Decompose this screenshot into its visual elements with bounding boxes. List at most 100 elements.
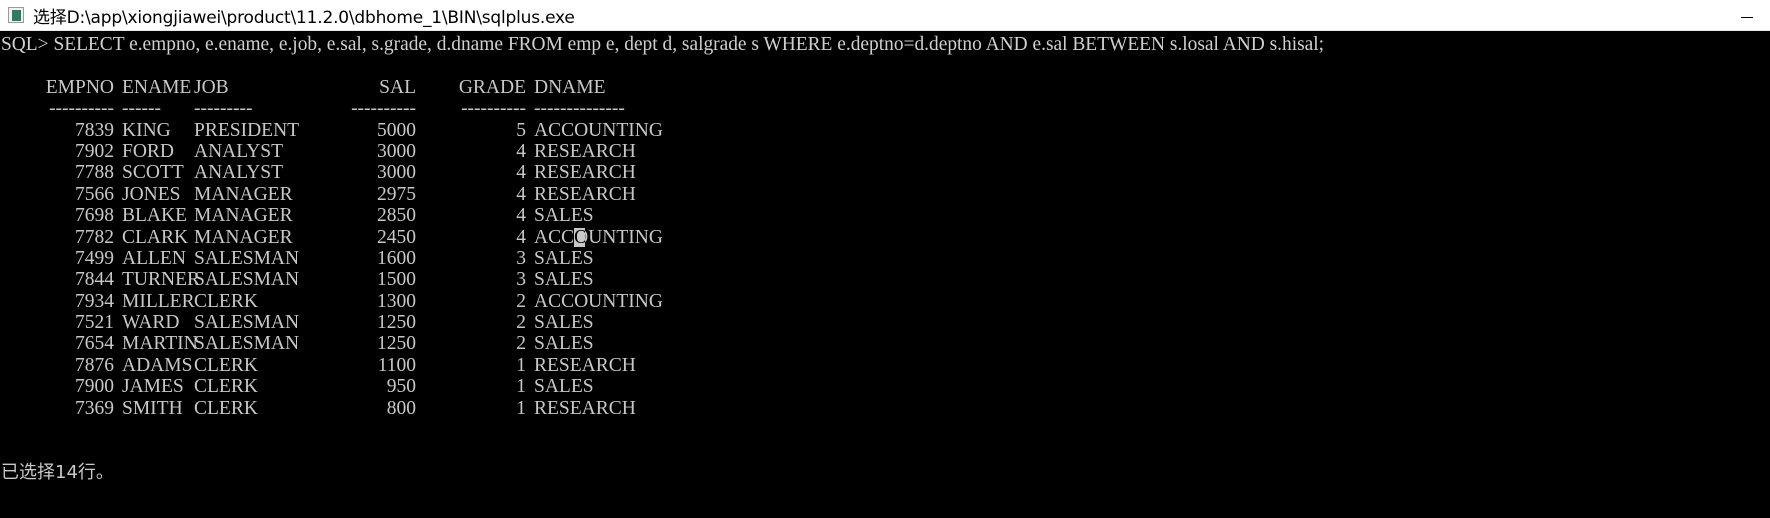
window-controls bbox=[1724, 0, 1770, 30]
cell-job: SALESMAN bbox=[194, 333, 300, 355]
cell-empno: 7698 bbox=[75, 205, 114, 227]
cell-dname: SALES bbox=[534, 312, 594, 334]
cell-dname: ACCOUNTING bbox=[534, 290, 663, 312]
cell-grade: 2 bbox=[516, 312, 526, 334]
column-header-sal: SAL bbox=[379, 76, 416, 98]
table-row: 7369 SMITH CLERK 800 1 RESEARCH bbox=[0, 398, 1770, 419]
cell-empno: 7902 bbox=[75, 140, 114, 162]
cell-empno: 7654 bbox=[75, 333, 114, 355]
cell-gap-2 bbox=[526, 333, 534, 354]
cell-gap-2 bbox=[526, 376, 534, 397]
cell-empno: 7934 bbox=[75, 290, 114, 312]
cell-grade: 5 bbox=[516, 119, 526, 141]
header-gap-1 bbox=[114, 77, 122, 98]
cell-grade: 1 bbox=[516, 376, 526, 398]
column-header-dname: DNAME bbox=[534, 76, 606, 98]
cell-ename: ADAMS bbox=[122, 354, 193, 376]
cell-sal: 2975 bbox=[377, 183, 416, 205]
cell-sal: 2850 bbox=[377, 205, 416, 227]
table-row: 7839 KING PRESIDENT 5000 5 ACCOUNTING bbox=[0, 120, 1770, 141]
column-header-job: JOB bbox=[194, 76, 229, 98]
cell-job: ANALYST bbox=[194, 140, 284, 162]
cell-ename: SMITH bbox=[122, 397, 183, 419]
cell-ename: MARTIN bbox=[122, 333, 198, 355]
table-row: 7788 SCOTT ANALYST 3000 4 RESEARCH bbox=[0, 162, 1770, 183]
cell-grade: 4 bbox=[516, 162, 526, 184]
cell-ename: MILLER bbox=[122, 290, 195, 312]
cell-ename: KING bbox=[122, 119, 171, 141]
cell-job: CLERK bbox=[194, 290, 258, 312]
cell-dname: SALES bbox=[534, 376, 594, 398]
cell-empno: 7788 bbox=[75, 162, 114, 184]
column-header-grade: GRADE bbox=[458, 76, 526, 98]
cell-sal: 950 bbox=[386, 376, 416, 398]
cell-gap-1 bbox=[114, 205, 122, 226]
separator-gap-2 bbox=[526, 98, 534, 119]
cell-grade: 1 bbox=[516, 354, 526, 376]
status-line: 已选择14行。 bbox=[1, 461, 114, 483]
titlebar[interactable]: 选择D:\app\xiongjiawei\product\11.2.0\dbho… bbox=[0, 0, 1770, 31]
cell-empno: 7782 bbox=[75, 226, 114, 248]
cell-gap-1 bbox=[114, 312, 122, 333]
cell-gap-1 bbox=[114, 333, 122, 354]
cell-job: CLERK bbox=[194, 354, 258, 376]
cell-dname: SALES bbox=[534, 247, 594, 269]
terminal-output[interactable]: SQL> SELECT e.empno, e.ename, e.job, e.s… bbox=[0, 31, 1770, 518]
cell-dname: RESEARCH bbox=[534, 183, 636, 205]
cell-sal: 1600 bbox=[377, 247, 416, 269]
cell-dname: RESEARCH bbox=[534, 354, 636, 376]
cell-sal: 1300 bbox=[377, 290, 416, 312]
minimize-button[interactable] bbox=[1724, 0, 1770, 30]
cell-gap-2 bbox=[526, 141, 534, 162]
caret-block bbox=[574, 227, 586, 247]
table-row: 7654 MARTIN SALESMAN 1250 2 SALES bbox=[0, 333, 1770, 354]
console-window: 选择D:\app\xiongjiawei\product\11.2.0\dbho… bbox=[0, 0, 1770, 518]
cell-gap-1 bbox=[114, 120, 122, 141]
cell-sal: 800 bbox=[386, 397, 416, 419]
cell-dname: ACCOUNTING bbox=[534, 119, 663, 141]
cell-ename: FORD bbox=[122, 140, 175, 162]
separator-gap-1 bbox=[114, 98, 122, 119]
cell-empno: 7900 bbox=[75, 376, 114, 398]
table-row: 7782 CLARKMANAGER 2450 4 ACCOUNTING bbox=[0, 227, 1770, 248]
table-rows-container: 7839 KING PRESIDENT 5000 5 ACCOUNTING 7902 F… bbox=[0, 120, 1770, 419]
cell-job: CLERK bbox=[194, 397, 258, 419]
separator-grade: ---------- bbox=[461, 98, 526, 120]
cell-gap-1 bbox=[114, 227, 122, 248]
separator-job: --------- bbox=[194, 98, 253, 120]
cell-ename: JAMES bbox=[122, 376, 184, 398]
cell-dname: SALES bbox=[534, 333, 594, 355]
cell-gap-2 bbox=[526, 355, 534, 376]
table-row: 7902 FORD ANALYST 3000 4 RESEARCH bbox=[0, 141, 1770, 162]
table-separator-row: ---------- ------ --------- ---------- -… bbox=[0, 98, 1770, 119]
text-cursor: O bbox=[574, 227, 588, 248]
table-row: 7900 JAMES CLERK 950 1 SALES bbox=[0, 376, 1770, 397]
cell-job: CLERK bbox=[194, 376, 258, 398]
table-header-row: EMPNO ENAME JOB SAL GRADE DNAME bbox=[0, 77, 1770, 98]
cell-sal: 2450 bbox=[377, 226, 416, 248]
cell-empno: 7844 bbox=[75, 269, 114, 291]
cell-gap-1 bbox=[114, 184, 122, 205]
cell-gap-2 bbox=[526, 291, 534, 312]
table-row: 7934 MILLER CLERK 1300 2 ACCOUNTING bbox=[0, 291, 1770, 312]
cell-gap-2 bbox=[526, 205, 534, 226]
cell-gap-2 bbox=[526, 269, 534, 290]
cell-gap-1 bbox=[114, 162, 122, 183]
table-row: 7698 BLAKE MANAGER 2850 4 SALES bbox=[0, 205, 1770, 226]
cell-dname: SALES bbox=[534, 205, 594, 227]
cell-grade: 2 bbox=[516, 333, 526, 355]
sql-command-line: SQL> SELECT e.empno, e.ename, e.job, e.s… bbox=[0, 34, 1325, 55]
cell-job: MANAGER bbox=[194, 205, 293, 227]
cell-ename: JONES bbox=[122, 183, 181, 205]
cell-empno: 7499 bbox=[75, 247, 114, 269]
cell-gap-1 bbox=[114, 355, 122, 376]
cell-gap-2 bbox=[526, 184, 534, 205]
cell-job: MANAGER bbox=[194, 226, 293, 248]
cell-grade: 4 bbox=[516, 205, 526, 227]
cell-ename: CLARK bbox=[122, 226, 189, 248]
cell-job: SALESMAN bbox=[194, 247, 300, 269]
cell-grade: 3 bbox=[516, 269, 526, 291]
cell-gap-1 bbox=[114, 269, 122, 290]
